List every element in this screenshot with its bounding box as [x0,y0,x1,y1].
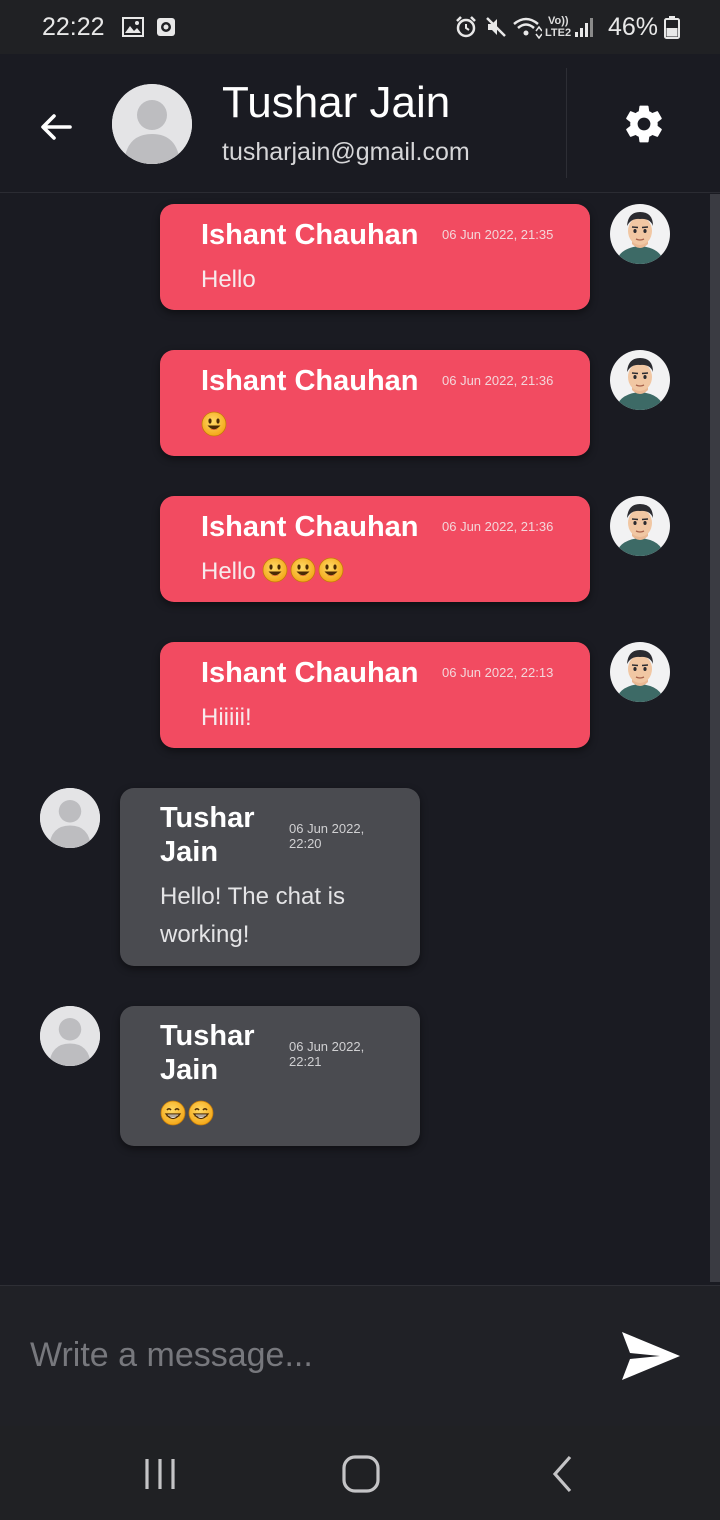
contact-email: tusharjain@gmail.com [222,138,470,166]
recent-apps-icon[interactable] [138,1452,182,1496]
smiley-emoji-icon [201,411,227,437]
message-text: Hello! The chat is working! [160,878,345,954]
grin-emoji-icon [160,1100,186,1126]
message-text-content: Hello [201,558,256,585]
message-bubble[interactable]: Ishant Chauhan 06 Jun 2022, 21:35 Hello [160,204,590,310]
message-time: 06 Jun 2022, 21:35 [442,227,554,242]
message-emojis [160,1096,216,1134]
sender-last-name: Jain [160,836,219,868]
contact-name: Tushar Jain [222,78,451,127]
battery-percent: 46% [608,13,659,41]
cartoon-avatar-icon [610,350,670,410]
sender-last-name: Jain [160,1054,219,1086]
home-icon[interactable] [339,1452,383,1496]
smiley-emoji-icon [290,557,316,583]
message-clock: 22:21 [289,1054,322,1069]
message-bubble[interactable]: Ishant Chauhan 06 Jun 2022, 22:13 Hiiiii… [160,642,590,748]
chat-scrollbar[interactable] [710,194,720,1282]
wifi-icon [513,17,542,39]
contact-avatar-small[interactable] [40,1006,100,1066]
header-divider [566,68,567,178]
back-nav-icon[interactable] [542,1452,586,1496]
message-sender: Tushar Jain [160,801,255,869]
status-bar: 22:22 Vo)) LTE2 46% [0,0,720,54]
battery-icon [664,16,680,39]
system-nav-bar [0,1426,720,1520]
message-input[interactable] [28,1316,592,1394]
default-avatar-icon [40,788,100,848]
sender-avatar[interactable] [610,350,670,410]
send-icon[interactable] [620,1330,682,1382]
message-bubble[interactable]: Ishant Chauhan 06 Jun 2022, 21:36 Hello [160,496,590,602]
gear-icon[interactable] [622,102,666,146]
message-sender: Ishant Chauhan [201,219,419,251]
arrow-left-icon[interactable] [36,107,76,147]
sender-first-name: Tushar [160,802,255,834]
message-emojis [201,407,229,445]
status-time: 22:22 [42,13,105,41]
grin-emoji-icon [188,1100,214,1126]
message-time: 06 Jun 2022, 21:36 [442,373,554,388]
message-time: 06 Jun 2022, 22:20 [289,821,364,851]
cartoon-avatar-icon [610,642,670,702]
sender-avatar[interactable] [610,642,670,702]
gallery-icon [122,17,144,37]
record-icon [157,18,175,36]
message-sender: Ishant Chauhan [201,657,419,689]
default-avatar-icon [40,1006,100,1066]
cartoon-avatar-icon [610,496,670,556]
volte-label: Vo)) [548,15,569,27]
smiley-emoji-icon [262,557,288,583]
message-date: 06 Jun 2022, [289,821,365,836]
message-bubble[interactable]: Tushar Jain 06 Jun 2022, 22:20 Hello! Th… [120,788,420,966]
message-sender: Ishant Chauhan [201,365,419,397]
message-text-line: Hello! The chat is [160,883,345,910]
message-sender: Tushar Jain [160,1019,255,1087]
message-text: Hiiiii! [201,704,252,731]
message-time: 06 Jun 2022, 22:13 [442,665,554,680]
composer-bar [0,1285,720,1426]
contact-avatar[interactable] [112,84,192,164]
default-avatar-icon [112,84,192,164]
signal-icon [575,18,593,37]
sender-avatar[interactable] [610,496,670,556]
message-clock: 22:20 [289,836,322,851]
lte-label: LTE2 [545,27,572,39]
message-text: Hello [201,553,346,591]
cartoon-avatar-icon [610,204,670,264]
sender-first-name: Tushar [160,1020,255,1052]
message-sender: Ishant Chauhan [201,511,419,543]
smiley-emoji-icon [318,557,344,583]
contact-avatar-small[interactable] [40,788,100,848]
mute-icon [486,17,506,37]
message-bubble[interactable]: Tushar Jain 06 Jun 2022, 22:21 [120,1006,420,1146]
message-text-line: working! [160,921,250,948]
sender-avatar[interactable] [610,204,670,264]
message-time: 06 Jun 2022, 21:36 [442,519,554,534]
message-text: Hello [201,266,256,293]
alarm-icon [456,16,476,38]
message-time: 06 Jun 2022, 22:21 [289,1039,364,1069]
message-date: 06 Jun 2022, [289,1039,365,1054]
message-bubble[interactable]: Ishant Chauhan 06 Jun 2022, 21:36 [160,350,590,456]
